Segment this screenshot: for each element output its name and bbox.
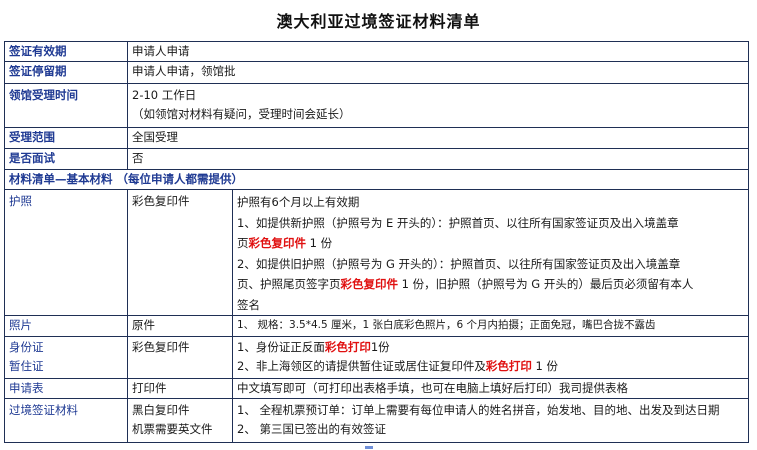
transit-line-1: 1、 全程机票预订单：订单上需要有每位申请人的姓名拼音，始发地、目的地、出发及到… [237, 403, 720, 417]
transit-type-1: 黑白复印件 [132, 403, 190, 417]
id-card-label-2: 暂住证 [9, 359, 44, 373]
passport-color-copy-highlight: 彩色复印件 [248, 236, 307, 250]
photo-type: 原件 [127, 315, 233, 337]
processing-value: 2-10 工作日 （如领馆对材料有疑问，受理时间会延长） [127, 83, 749, 128]
application-label: 申请表 [4, 378, 128, 399]
id-card-line-2: 2、非上海领区的请提供暂住证或居住证复印件及彩色打印 1 份 [237, 357, 744, 376]
passport-type: 彩色复印件 [127, 189, 233, 316]
passport-line-3b-pre: 页、护照尾页签字页 [237, 277, 341, 291]
passport-line-1: 护照有6个月以上有效期 [237, 195, 360, 209]
passport-desc: 护照有6个月以上有效期 1、如提供新护照（护照号为 E 开头的）：护照首页、以往… [232, 189, 749, 316]
id-card-desc: 1、身份证正反面彩色打印1份 2、非上海领区的请提供暂住证或居住证复印件及彩色打… [232, 336, 749, 379]
validity-value: 申请人申请 [127, 41, 749, 62]
passport-line-2b-pre: 页 [237, 236, 249, 250]
stay-value: 申请人申请，领馆批 [127, 61, 749, 84]
row-application: 申请表 打印件 中文填写即可（可打印出表格手填，也可在电脑上填好后打印）我司提供… [4, 378, 749, 399]
passport-line-2a: 1、如提供新护照（护照号为 E 开头的）：护照首页、以往所有国家签证页及出入境盖… [237, 215, 679, 230]
passport-old-color-copy-highlight: 彩色复印件 [340, 277, 399, 291]
scope-label: 受理范围 [4, 127, 128, 149]
transit-desc: 1、 全程机票预订单：订单上需要有每位申请人的姓名拼音，始发地、目的地、出发及到… [232, 398, 749, 443]
row-processing: 领馆受理时间 2-10 工作日 （如领馆对材料有疑问，受理时间会延长） [4, 83, 749, 128]
passport-line-3a: 2、如提供旧护照（护照号为 G 开头的）：护照首页、以往所有国家签证页及出入境盖… [237, 256, 681, 271]
passport-label: 护照 [4, 189, 128, 316]
photo-desc: 1、 规格：3.5*4.5 厘米，1 张白底彩色照片，6 个月内拍摄；正面免冠，… [232, 315, 749, 337]
photo-label: 照片 [4, 315, 128, 337]
id-card-line-2-post: 1 份 [531, 359, 558, 373]
row-stay: 签证停留期 申请人申请，领馆批 [4, 61, 749, 84]
passport-line-3c: 签名 [237, 297, 260, 312]
validity-label: 签证有效期 [4, 41, 128, 62]
id-card-type: 彩色复印件 [127, 336, 233, 379]
page-title: 澳大利亚过境签证材料清单 [276, 12, 481, 31]
scroll-marker [365, 446, 373, 449]
transit-type-2: 机票需要英文件 [132, 422, 213, 436]
processing-label: 领馆受理时间 [4, 83, 128, 128]
row-section-header: 材料清单—基本材料 （每位申请人都需提供） [4, 169, 749, 190]
passport-line-3b: 页、护照尾页签字页彩色复印件 1 份，旧护照（护照号为 G 开头的）最后页必须留… [237, 274, 744, 295]
interview-value: 否 [127, 148, 749, 170]
transit-type: 黑白复印件 机票需要英文件 [127, 398, 233, 443]
application-type: 打印件 [127, 378, 233, 399]
row-passport: 护照 彩色复印件 护照有6个月以上有效期 1、如提供新护照（护照号为 E 开头的… [4, 189, 749, 316]
id-card-label: 身份证 暂住证 [4, 336, 128, 379]
residence-color-print-highlight: 彩色打印 [485, 359, 532, 373]
id-card-line-2-pre: 2、非上海领区的请提供暂住证或居住证复印件及 [237, 359, 486, 373]
row-id-card: 身份证 暂住证 彩色复印件 1、身份证正反面彩色打印1份 2、非上海领区的请提供… [4, 336, 749, 379]
id-card-label-1: 身份证 [9, 340, 44, 354]
row-photo: 照片 原件 1、 规格：3.5*4.5 厘米，1 张白底彩色照片，6 个月内拍摄… [4, 315, 749, 337]
transit-line-2: 2、 第三国已签出的有效签证 [237, 422, 386, 436]
processing-line-1: 2-10 工作日 [132, 88, 197, 102]
passport-line-2b-post: 1 份 [306, 236, 333, 250]
row-validity: 签证有效期 申请人申请 [4, 41, 749, 62]
passport-line-3b-post: 1 份，旧护照（护照号为 G 开头的）最后页必须留有本人 [398, 277, 694, 291]
stay-label: 签证停留期 [4, 61, 128, 84]
row-scope: 受理范围 全国受理 [4, 127, 749, 149]
application-desc: 中文填写即可（可打印出表格手填，也可在电脑上填好后打印）我司提供表格 [232, 378, 749, 399]
id-card-line-1: 1、身份证正反面彩色打印1份 [237, 338, 744, 357]
row-transit: 过境签证材料 黑白复印件 机票需要英文件 1、 全程机票预订单：订单上需要有每位… [4, 398, 749, 443]
interview-label: 是否面试 [4, 148, 128, 170]
scope-value: 全国受理 [127, 127, 749, 149]
passport-line-2b: 页彩色复印件 1 份 [237, 233, 744, 254]
id-card-line-1-post: 1份 [370, 340, 390, 354]
id-card-color-print-highlight: 彩色打印 [324, 340, 371, 354]
section-header: 材料清单—基本材料 （每位申请人都需提供） [4, 169, 749, 190]
transit-label: 过境签证材料 [4, 398, 128, 443]
id-card-line-1-pre: 1、身份证正反面 [237, 340, 325, 354]
materials-table: 签证有效期 申请人申请 签证停留期 申请人申请，领馆批 领馆受理时间 2-10 … [4, 41, 749, 443]
row-interview: 是否面试 否 [4, 148, 749, 170]
processing-line-2: （如领馆对材料有疑问，受理时间会延长） [132, 107, 351, 121]
